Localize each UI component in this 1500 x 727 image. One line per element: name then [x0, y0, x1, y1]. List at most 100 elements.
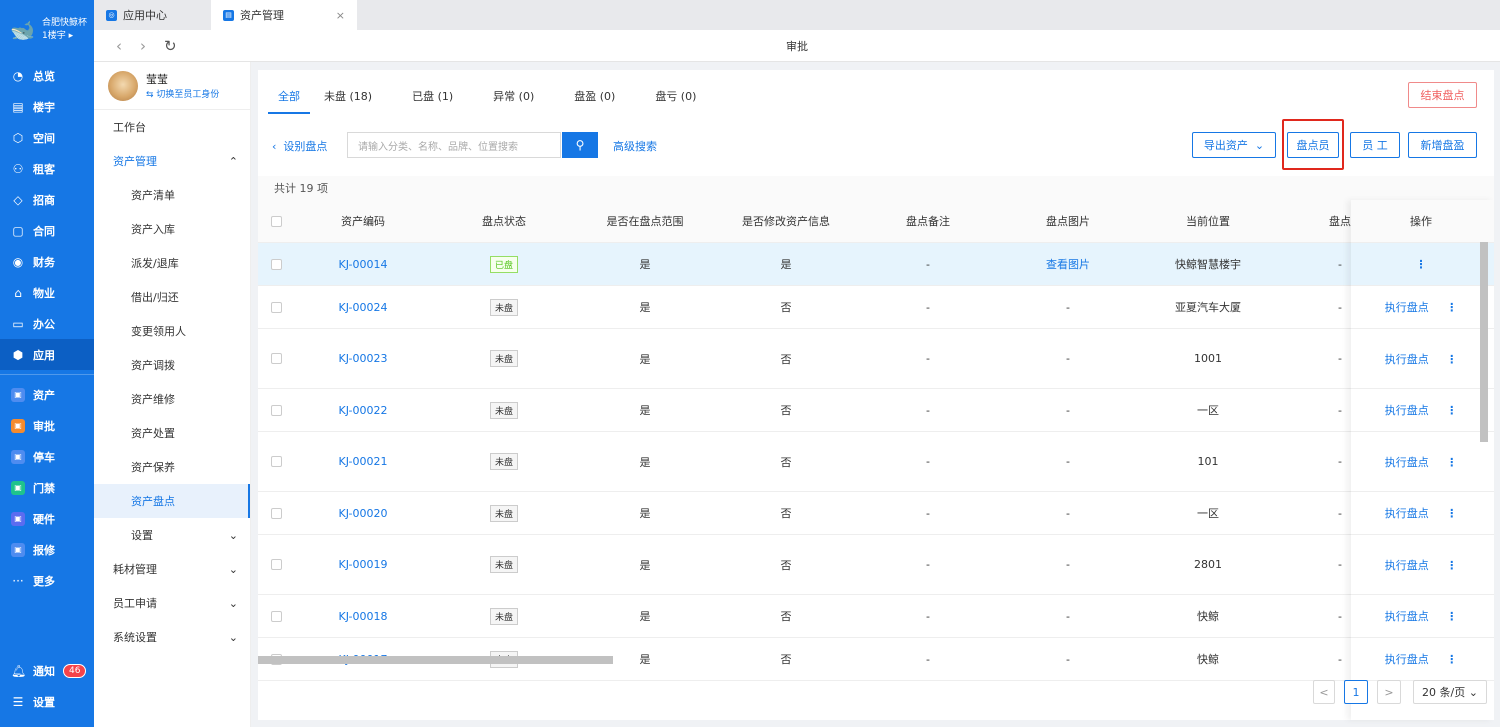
notifications[interactable]: 🔔︎ 通知 46 [0, 655, 94, 686]
sidebar-app-5[interactable]: ▣ 报修 [0, 534, 94, 565]
hardware-app-icon: ▣ [11, 511, 25, 526]
sidebar-item-dashboard[interactable]: ◔ 总览 [0, 60, 94, 91]
search-input[interactable]: 请输入分类、名称、品牌、位置搜索 [347, 132, 561, 158]
submenu-item[interactable]: 资产维修 [94, 382, 250, 416]
submenu-item[interactable]: 借出/归还 [94, 280, 250, 314]
sidebar-app-4[interactable]: ▣ 硬件 [0, 503, 94, 534]
sidebar-app-2[interactable]: ▣ 停车 [0, 441, 94, 472]
advanced-search-link[interactable]: 高级搜索 [613, 138, 657, 154]
sidebar-item-document[interactable]: ▢ 合同 [0, 215, 94, 246]
back-link[interactable]: ‹ 设别盘点 [272, 138, 327, 154]
search-icon: ⚲ [575, 138, 585, 152]
staff-button[interactable]: 员 工 [1350, 132, 1400, 158]
asset-code-link[interactable]: KJ-00014 [313, 258, 413, 271]
sidebar-item-monitor[interactable]: ▭ 办公 [0, 308, 94, 339]
hamburger-icon: ☰ [12, 694, 24, 709]
asset-code-link[interactable]: KJ-00021 [313, 455, 413, 468]
table-header: 资产编码 盘点状态 是否在盘点范围 是否修改资产信息 盘点备注 盘点图片 当前位置 盘点 操作 [258, 200, 1494, 243]
asset-code-link[interactable]: KJ-00022 [313, 404, 413, 417]
row-checkbox[interactable] [271, 301, 282, 313]
vertical-scrollbar[interactable] [1480, 242, 1488, 442]
select-all-checkbox[interactable] [271, 215, 282, 227]
brand-logo[interactable]: 🐋 合肥快鲸杯 1楼宇 ▸ [0, 0, 94, 60]
cell-modified: 是 [780, 258, 792, 271]
row-checkbox[interactable] [271, 456, 282, 467]
settings-menu[interactable]: ☰ 设置 [0, 686, 94, 717]
table-row[interactable]: KJ-00014 已盘是是 - 查看图片 快鲸智慧楼宇 - ⋮ [258, 243, 1494, 286]
submenu-system-settings[interactable]: 系统设置 ⌄ [94, 620, 250, 654]
search-button[interactable]: ⚲ [562, 132, 598, 158]
prev-page-button[interactable]: < [1313, 680, 1335, 704]
filter-tab[interactable]: 未盘 (18) [314, 88, 382, 114]
table-row[interactable]: KJ-00023 未盘是否 - -1001- 执行盘点 ⋮ [258, 329, 1494, 389]
submenu-settings[interactable]: 设置 ⌄ [94, 518, 250, 552]
parking-app-icon: ▣ [11, 449, 25, 464]
submenu-item[interactable]: 资产盘点 [94, 484, 250, 518]
end-count-button[interactable]: 结束盘点 [1408, 82, 1477, 108]
asset-code-link[interactable]: KJ-00020 [313, 507, 413, 520]
sidebar-item-users[interactable]: ⚇ 租客 [0, 153, 94, 184]
sidebar-item-home[interactable]: ⌂ 物业 [0, 277, 94, 308]
asset-code-link[interactable]: KJ-00018 [313, 610, 413, 623]
asset-code-link[interactable]: KJ-00019 [313, 558, 413, 571]
page-1-button[interactable]: 1 [1344, 680, 1368, 704]
cell-remark: - [926, 257, 930, 271]
view-image-link[interactable]: 查看图片 [1018, 256, 1118, 272]
add-surplus-button[interactable]: 新增盘盈 [1408, 132, 1477, 158]
table-row[interactable]: KJ-00019 未盘是否 - -2801- 执行盘点 ⋮ [258, 535, 1494, 595]
filter-tab[interactable]: 已盘 (1) [402, 88, 463, 114]
submenu-item[interactable]: 派发/退库 [94, 246, 250, 280]
table-row[interactable]: KJ-00018 未盘是否 - - 快鲸 - 执行盘点 ⋮ [258, 595, 1494, 638]
sidebar-app-3[interactable]: ▣ 门禁 [0, 472, 94, 503]
sidebar-item-app[interactable]: ⬢ 应用 [0, 339, 94, 370]
submenu-workbench[interactable]: 工作台 [94, 110, 250, 144]
table-row[interactable]: KJ-00021 未盘是否 - -101- 执行盘点 ⋮ [258, 432, 1494, 492]
submenu-asset-management[interactable]: 资产管理 ⌃ [94, 144, 250, 178]
cell-location: 快鲸智慧楼宇 [1175, 258, 1241, 271]
table-row[interactable]: KJ-00022 未盘是否 - - 一区 - 执行盘点 ⋮ [258, 389, 1494, 432]
submenu-item[interactable]: 变更领用人 [94, 314, 250, 348]
sidebar-app-0[interactable]: ▣ 资产 [0, 379, 94, 410]
asset-code-link[interactable]: KJ-00024 [313, 301, 413, 314]
sidebar-app-1[interactable]: ▣ 审批 [0, 410, 94, 441]
export-assets-button[interactable]: 导出资产 ⌄ [1192, 132, 1276, 158]
submenu-panel: 莹莹 ⇆ 切换至员工身份 工作台 资产管理 ⌃ 资产清单 资产入库 派发/退库 借出/归… [94, 62, 251, 727]
asset-code-link[interactable]: KJ-00023 [313, 352, 413, 365]
page-size-select[interactable]: 20 条/页 ⌄ [1413, 680, 1487, 704]
row-checkbox[interactable] [271, 610, 282, 622]
row-checkbox[interactable] [271, 507, 282, 519]
tab-asset-management[interactable]: ▤ 资产管理 × [211, 0, 357, 30]
submenu-item[interactable]: 资产保养 [94, 450, 250, 484]
sidebar-item-tag[interactable]: ◇ 招商 [0, 184, 94, 215]
submenu-item[interactable]: 资产入库 [94, 212, 250, 246]
row-checkbox[interactable] [271, 404, 282, 416]
sidebar-item-building[interactable]: ▤ 楼宇 [0, 91, 94, 122]
row-checkbox[interactable] [271, 559, 282, 570]
sidebar-item-money[interactable]: ◉ 财务 [0, 246, 94, 277]
building-selector[interactable]: 1楼宇 ▸ [42, 30, 87, 43]
sidebar-item-cube[interactable]: ⬡ 空间 [0, 122, 94, 153]
switch-role-link[interactable]: ⇆ 切换至员工身份 [146, 87, 219, 100]
submenu-employee-apply[interactable]: 员工申请 ⌄ [94, 586, 250, 620]
submenu-item[interactable]: 资产调拨 [94, 348, 250, 382]
filter-tab[interactable]: 盘亏 (0) [645, 88, 706, 114]
filter-tab[interactable]: 盘盈 (0) [564, 88, 625, 114]
submenu-item[interactable]: 资产处置 [94, 416, 250, 450]
submenu-consumables[interactable]: 耗材管理 ⌄ [94, 552, 250, 586]
dashboard-icon: ◔ [12, 68, 24, 83]
next-page-button[interactable]: > [1377, 680, 1401, 704]
filter-tab[interactable]: 异常 (0) [483, 88, 544, 114]
tab-app-center[interactable]: ◎ 应用中心 [94, 0, 179, 30]
row-checkbox[interactable] [271, 353, 282, 364]
close-icon[interactable]: × [336, 9, 345, 22]
filter-tab[interactable]: 全部 [268, 88, 310, 114]
cell-modified: 否 [780, 653, 792, 666]
row-checkbox[interactable] [271, 258, 282, 270]
submenu-item[interactable]: 资产清单 [94, 178, 250, 212]
more-menu[interactable]: ··· 更多 [0, 565, 94, 596]
cell-location: 1001 [1194, 352, 1222, 365]
table-row[interactable]: KJ-00020 未盘是否 - - 一区 - 执行盘点 ⋮ [258, 492, 1494, 535]
avatar[interactable] [108, 70, 138, 101]
horizontal-scrollbar[interactable] [258, 656, 613, 664]
table-row[interactable]: KJ-00024 未盘是否 - - 亚夏汽车大厦 - 执行盘点 ⋮ [258, 286, 1494, 329]
